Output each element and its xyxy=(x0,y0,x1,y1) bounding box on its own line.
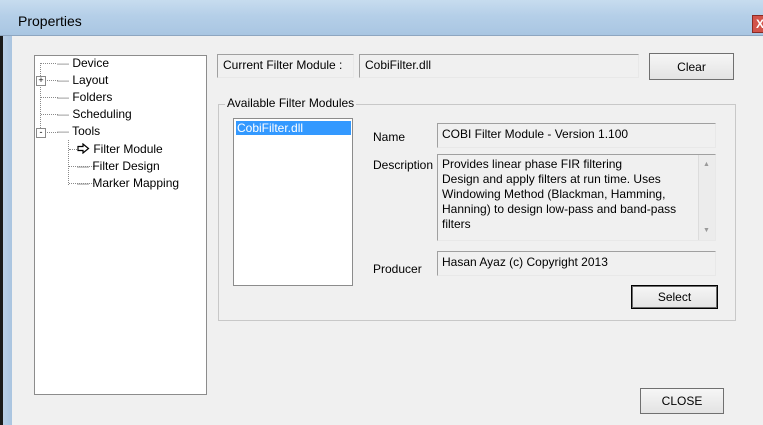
producer-label: Producer xyxy=(373,262,422,276)
current-filter-value: CobiFilter.dll xyxy=(365,58,432,72)
tree-item-folders[interactable]: — Folders xyxy=(57,90,112,105)
title-bar: Properties X xyxy=(0,0,763,36)
close-button[interactable]: CLOSE xyxy=(640,388,724,414)
tree-item-scheduling[interactable]: — Scheduling xyxy=(57,107,132,122)
tree-item-label: Folders xyxy=(72,90,113,104)
settings-tree[interactable]: + - — Device — Layout — Folders — Schedu… xyxy=(34,55,207,395)
select-button[interactable]: Select xyxy=(631,285,718,309)
tree-connector xyxy=(41,97,58,98)
tree-connector xyxy=(41,63,58,64)
description-field[interactable]: Provides linear phase FIR filtering Desi… xyxy=(437,154,716,241)
tree-item-device[interactable]: — Device xyxy=(57,56,110,71)
module-list-item[interactable]: CobiFilter.dll xyxy=(236,121,351,135)
tree-item-layout[interactable]: — Layout xyxy=(57,73,108,88)
tree-connector xyxy=(68,140,69,185)
scroll-up-icon[interactable]: ▲ xyxy=(703,161,710,168)
description-text: Provides linear phase FIR filtering Desi… xyxy=(442,157,676,232)
window-close-button[interactable]: X xyxy=(752,15,763,33)
current-filter-field: CobiFilter.dll xyxy=(359,54,639,78)
description-label: Description xyxy=(373,158,434,172)
available-modules-title: Available Filter Modules xyxy=(225,96,357,110)
tree-item-filter-module[interactable]: Filter Module xyxy=(77,142,163,157)
tree-item-filter-design[interactable]: — Filter Design xyxy=(77,159,160,174)
window-frame-left xyxy=(0,36,12,425)
tree-item-tools[interactable]: — Tools xyxy=(57,124,100,139)
description-line: Design and apply filters at run time. Us… xyxy=(442,172,661,186)
tree-item-label: Filter Module xyxy=(93,142,163,156)
tree-item-label: Marker Mapping xyxy=(92,176,180,190)
current-filter-label: Current Filter Module : xyxy=(223,58,343,72)
tree-item-label: Device xyxy=(72,56,110,70)
clear-button[interactable]: Clear xyxy=(649,53,734,80)
arrow-right-icon xyxy=(77,142,90,155)
description-scrollbar[interactable]: ▲ ▼ xyxy=(698,155,715,240)
tree-item-label: Filter Design xyxy=(92,159,160,173)
description-line: Provides linear phase FIR filtering xyxy=(442,157,623,171)
description-line: Windowing Method (Blackman, Hamming, xyxy=(442,187,666,201)
description-line: filters xyxy=(442,217,471,231)
description-line: Hanning) to design low-pass and band-pas… xyxy=(442,202,677,216)
producer-value: Hasan Ayaz (c) Copyright 2013 xyxy=(442,255,608,269)
tree-connector xyxy=(41,114,58,115)
tree-connector xyxy=(69,149,77,150)
name-label: Name xyxy=(373,130,406,144)
tree-item-label: Layout xyxy=(72,73,109,87)
scroll-down-icon[interactable]: ▼ xyxy=(703,227,710,234)
name-field: COBI Filter Module - Version 1.100 xyxy=(437,123,716,148)
expand-layout-icon[interactable]: + xyxy=(36,76,46,86)
tree-item-label: Tools xyxy=(72,124,101,138)
current-filter-label-box: Current Filter Module : xyxy=(217,54,354,78)
window-title: Properties xyxy=(18,13,82,29)
collapse-tools-icon[interactable]: - xyxy=(36,128,46,138)
tree-item-marker-mapping[interactable]: — Marker Mapping xyxy=(77,176,179,191)
name-value: COBI Filter Module - Version 1.100 xyxy=(442,127,629,141)
producer-field: Hasan Ayaz (c) Copyright 2013 xyxy=(437,251,716,276)
modules-list[interactable]: CobiFilter.dll xyxy=(233,118,353,286)
tree-item-label: Scheduling xyxy=(72,107,132,121)
